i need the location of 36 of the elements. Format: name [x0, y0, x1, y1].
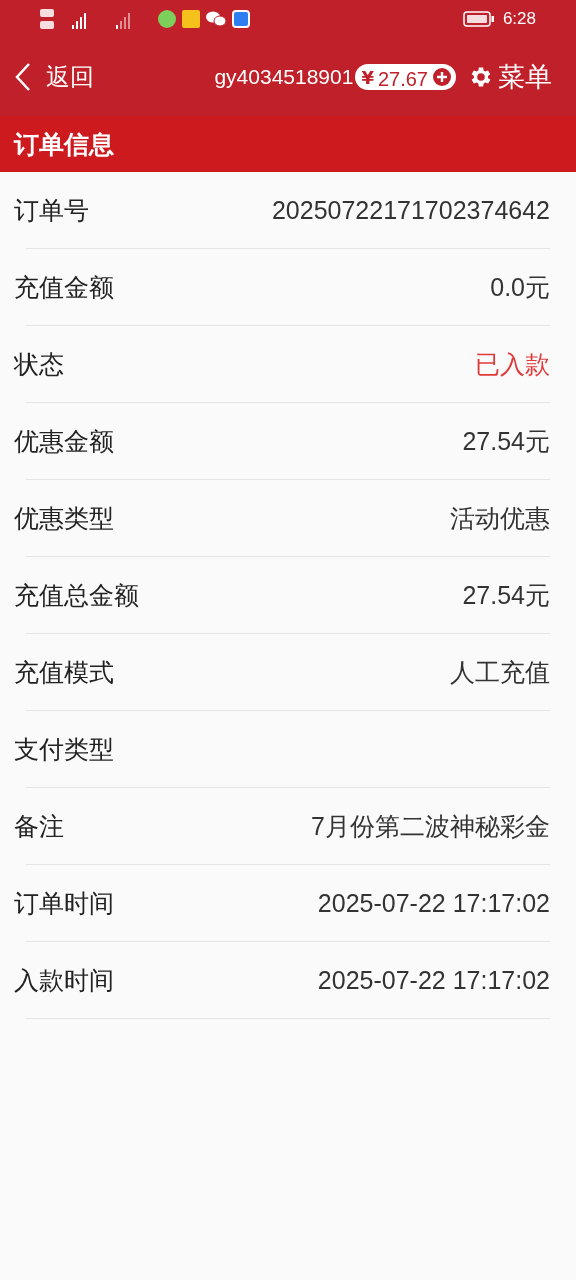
field-label: 订单时间 [14, 887, 114, 920]
field-value: 人工充值 [450, 656, 550, 688]
username: gy4034518901 [214, 65, 354, 89]
field-value: 20250722171702374642 [271, 195, 550, 225]
currency-symbol: ¥ [361, 66, 374, 88]
field-value: 7月份第二波神秘彩金 [311, 810, 550, 842]
field-value: 27.54元 [462, 425, 550, 457]
app-notification-icon [182, 10, 200, 28]
app-notification-icon [158, 10, 176, 28]
battery-icon [462, 11, 495, 27]
field-label: 订单号 [14, 194, 89, 227]
back-button[interactable]: 返回 [14, 61, 94, 93]
balance-pill[interactable]: ¥ 27.67 [355, 64, 456, 90]
field-value: 27.54元 [462, 579, 550, 611]
field-value: 0.0元 [490, 271, 550, 303]
field-label: 入款时间 [14, 964, 114, 997]
menu-button[interactable]: 菜单 [468, 59, 552, 95]
field-value: 2025-07-22 17:17:02 [317, 965, 550, 995]
field-label: 优惠金额 [14, 425, 114, 458]
field-label: 状态 [14, 348, 64, 381]
field-value: 2025-07-22 17:17:02 [317, 888, 550, 918]
section-title: 订单信息 [14, 128, 114, 161]
plus-circle-icon [432, 67, 452, 87]
back-chevron-icon [14, 62, 32, 92]
app-notification-icon [232, 10, 250, 28]
chat-bubbles-icon [206, 11, 226, 27]
field-label: 优惠类型 [14, 502, 114, 535]
balance-amount: 27.67 [377, 66, 428, 91]
field-label: 充值金额 [14, 271, 114, 304]
status-time: 6:28 [502, 9, 536, 29]
field-label: 支付类型 [14, 733, 114, 766]
field-label: 充值模式 [14, 656, 114, 689]
field-label: 备注 [14, 810, 64, 843]
field-value: 活动优惠 [450, 502, 550, 534]
field-label: 充值总金额 [14, 579, 139, 612]
field-value: 已入款 [475, 348, 550, 380]
